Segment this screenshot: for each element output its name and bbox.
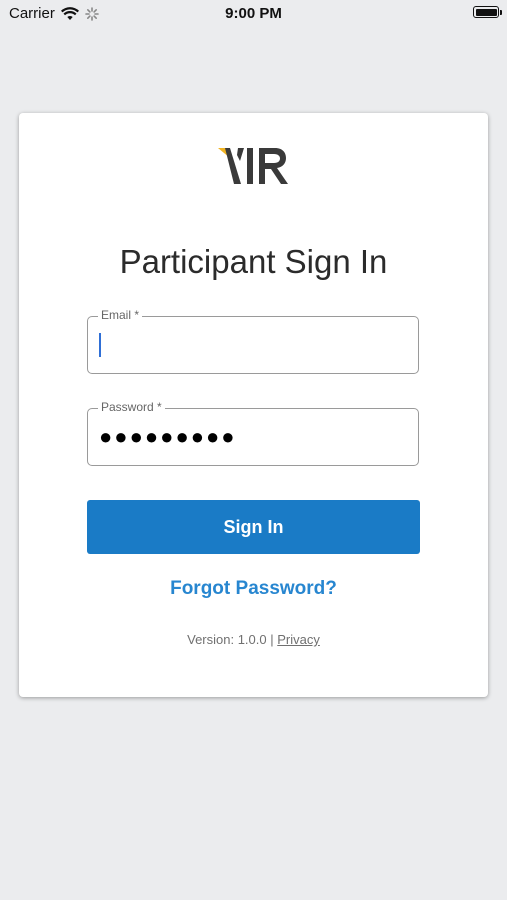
privacy-link[interactable]: Privacy <box>277 632 320 647</box>
password-value: ●●●●●●●●● <box>99 424 237 449</box>
sign-in-button[interactable]: Sign In <box>87 500 420 554</box>
password-field[interactable]: Password * ●●●●●●●●● <box>87 400 419 466</box>
login-card: Participant Sign In Email * Password * ●… <box>19 113 488 697</box>
battery-fill <box>475 8 497 16</box>
password-label: Password * <box>98 400 165 414</box>
email-label: Email * <box>98 308 143 322</box>
footer-separator: | <box>270 632 274 647</box>
email-field[interactable]: Email * <box>87 308 419 374</box>
status-time: 9:00 PM <box>225 5 282 22</box>
footer: Version: 1.0.0 | Privacy <box>19 632 488 647</box>
status-bar: Carrier 9:00 PM <box>0 0 507 28</box>
page-title: Participant Sign In <box>119 243 388 280</box>
text-caret <box>99 333 101 357</box>
status-right <box>473 6 502 18</box>
forgot-password-link[interactable]: Forgot Password? <box>19 578 488 600</box>
battery-icon <box>473 6 502 18</box>
version-text: Version: 1.0.0 <box>187 632 267 647</box>
vir-logo <box>218 148 288 184</box>
